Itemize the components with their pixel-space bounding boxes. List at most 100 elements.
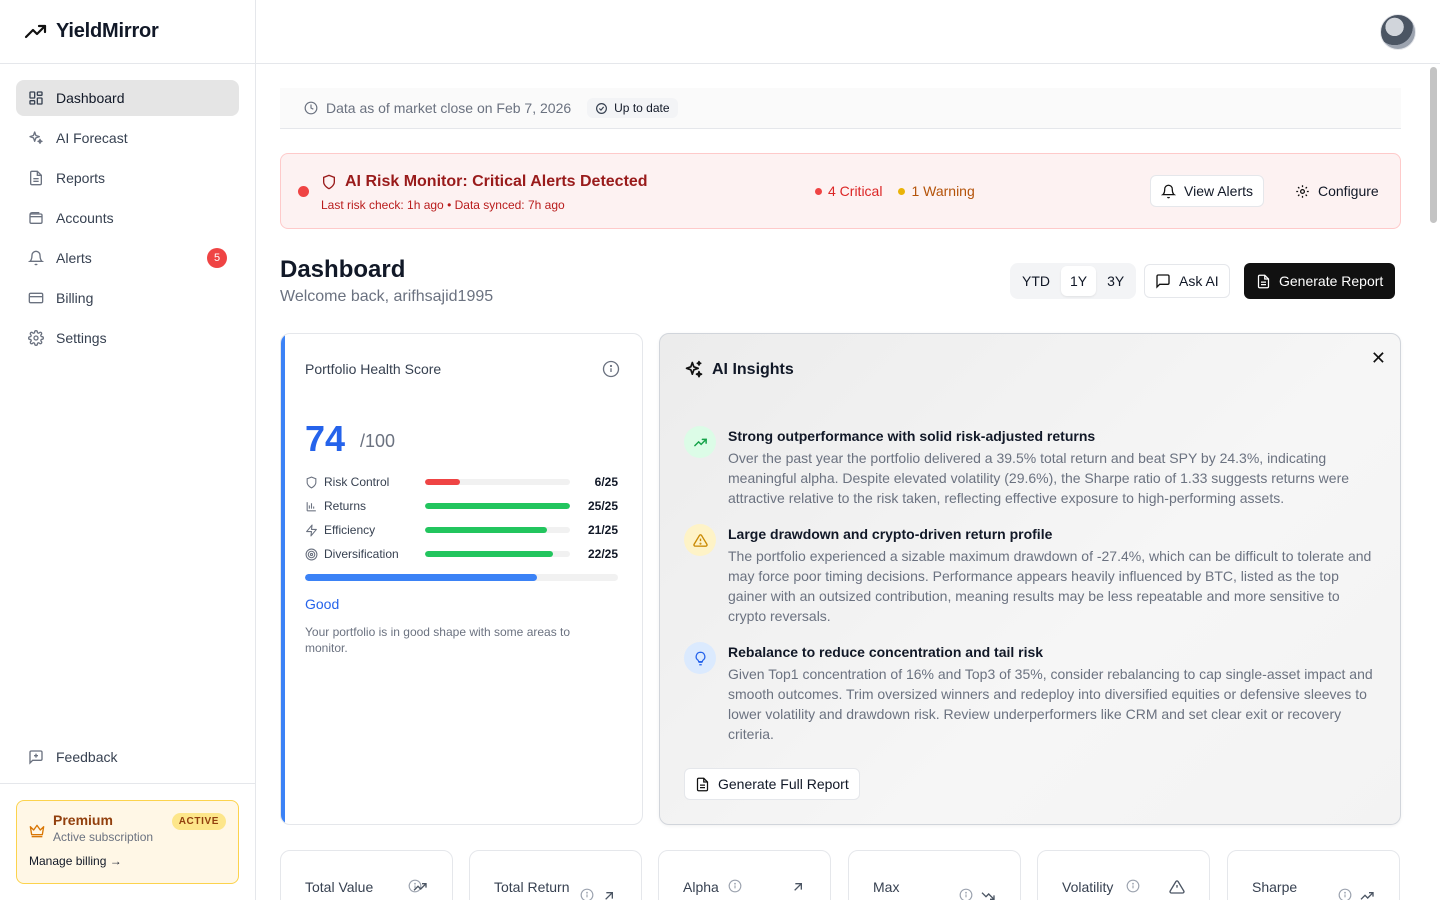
insight-body: Over the past year the portfolio deliver… — [728, 450, 1350, 506]
sidebar-item-label: Accounts — [56, 210, 114, 226]
stat-card-total-return: Total Return — [469, 850, 642, 900]
topbar — [256, 0, 1440, 64]
subscription-status-badge: ACTIVE — [171, 813, 226, 830]
sidebar-item-accounts[interactable]: Accounts — [16, 200, 239, 236]
info-icon[interactable] — [959, 888, 973, 900]
insight-icon — [684, 426, 716, 458]
metric-risk-control: Risk Control 6/25 — [305, 474, 618, 490]
health-description: Your portfolio is in good shape with som… — [305, 625, 571, 655]
wallet-icon — [29, 212, 43, 224]
brand[interactable]: YieldMirror — [0, 0, 255, 64]
metric-bar-fill — [425, 551, 553, 557]
check-circle-icon — [596, 102, 608, 114]
metric-bar-fill — [425, 527, 547, 533]
insight-title: Strong outperformance with solid risk-ad… — [728, 428, 1096, 444]
file-icon — [1257, 274, 1270, 288]
ask-ai-label: Ask AI — [1179, 273, 1219, 289]
configure-button[interactable]: Configure — [1285, 175, 1389, 207]
sidebar-item-alerts[interactable]: Alerts 5 — [16, 240, 239, 276]
info-icon[interactable] — [580, 888, 594, 900]
generate-full-report-button[interactable]: Generate Full Report — [684, 768, 860, 800]
avatar[interactable] — [1380, 14, 1416, 50]
arrow-up-right-icon — [794, 883, 802, 891]
metric-efficiency: Efficiency 21/25 — [305, 522, 618, 538]
manage-billing-link[interactable]: Manage billing → — [29, 854, 226, 868]
feedback-label: Feedback — [56, 749, 118, 765]
info-icon[interactable] — [728, 879, 742, 893]
trending-up-icon — [693, 438, 707, 446]
arrow-up-right-icon — [605, 892, 613, 900]
stat-card-max-drawdown: Max Drawdown — [848, 850, 1021, 900]
metric-bar-fill — [425, 503, 570, 509]
premium-subtitle: Active subscription — [53, 830, 154, 844]
sidebar-item-label: AI Forecast — [56, 130, 128, 146]
view-alerts-label: View Alerts — [1184, 183, 1253, 199]
lightbulb-icon — [695, 651, 705, 665]
info-icon[interactable] — [602, 360, 620, 378]
metric-value: 21/25 — [587, 523, 618, 537]
generate-report-button[interactable]: Generate Report — [1244, 263, 1396, 299]
time-range-selector: YTD 1Y 3Y — [1010, 263, 1137, 299]
metric-value: 6/25 — [594, 475, 618, 489]
metric-bar-fill — [425, 479, 460, 485]
crown-icon — [29, 824, 45, 838]
gear-icon — [1296, 184, 1309, 198]
stat-card-alpha: Alpha — [658, 850, 831, 900]
sidebar-item-label: Settings — [56, 330, 107, 346]
range-1y[interactable]: 1Y — [1061, 266, 1097, 296]
sidebar-item-label: Billing — [56, 290, 94, 306]
sidebar-item-label: Alerts — [56, 250, 92, 266]
metric-diversification: Diversification 22/25 — [305, 546, 618, 562]
range-3y[interactable]: 3Y — [1098, 266, 1133, 296]
shield-icon — [306, 476, 317, 489]
insight-icon — [684, 524, 716, 556]
sidebar-item-ai-forecast[interactable]: AI Forecast — [16, 120, 239, 156]
sidebar-item-reports[interactable]: Reports — [16, 160, 239, 196]
metric-bar — [425, 503, 570, 509]
range-ytd[interactable]: YTD — [1013, 266, 1059, 296]
generate-full-report-label: Generate Full Report — [718, 776, 849, 792]
lightning-icon — [306, 524, 317, 536]
feedback-button[interactable]: Feedback — [16, 739, 239, 775]
health-score: 74 — [305, 418, 346, 459]
stat-card-volatility: Volatility — [1037, 850, 1210, 900]
sidebar-item-billing[interactable]: Billing — [16, 280, 239, 316]
portfolio-health-card: Portfolio Health Score 74 /100 Risk Cont… — [280, 333, 643, 825]
insights-title-text: AI Insights — [712, 361, 794, 378]
critical-dot — [815, 187, 822, 195]
metric-label: Diversification — [324, 547, 399, 561]
file-icon — [30, 170, 42, 186]
warning-count[interactable]: 1 Warning — [898, 183, 975, 199]
trending-up-icon — [413, 883, 427, 891]
alert-title: AI Risk Monitor: Critical Alerts Detecte… — [321, 173, 648, 191]
up-to-date-label: Up to date — [614, 101, 670, 115]
shield-icon — [323, 174, 335, 190]
overall-score-fill — [305, 574, 537, 581]
sidebar-item-settings[interactable]: Settings — [16, 320, 239, 356]
critical-count[interactable]: 4 Critical — [815, 183, 882, 199]
scrollbar[interactable] — [1430, 67, 1437, 223]
clock-icon — [304, 101, 318, 115]
info-icon[interactable] — [1338, 888, 1352, 900]
overall-score-bar — [305, 574, 618, 581]
stat-card-total-value: Total Value — [280, 850, 453, 900]
bar-chart-icon — [306, 501, 316, 511]
view-alerts-button[interactable]: View Alerts — [1150, 175, 1264, 207]
premium-card: Premium Active subscription ACTIVE Manag… — [16, 800, 239, 884]
stat-label: Total Value — [305, 879, 374, 895]
premium-title: Premium — [53, 812, 113, 828]
data-as-of-text: Data as of market close on Feb 7, 2026 — [326, 100, 572, 116]
trending-up-icon — [24, 24, 47, 38]
sidebar-item-label: Reports — [56, 170, 106, 186]
sidebar-item-dashboard[interactable]: Dashboard — [16, 80, 239, 116]
ask-ai-button[interactable]: Ask AI — [1144, 264, 1230, 298]
info-icon[interactable] — [1126, 879, 1140, 893]
insight-item: Large drawdown and crypto-driven return … — [684, 524, 1376, 626]
metric-returns: Returns 25/25 — [305, 498, 618, 514]
close-icon[interactable]: ✕ — [1371, 348, 1386, 369]
metric-label: Returns — [324, 499, 367, 513]
sidebar: YieldMirror Dashboard AI Forecast Report… — [0, 0, 256, 900]
insight-item: Rebalance to reduce concentration and ta… — [684, 642, 1376, 744]
insight-item: Strong outperformance with solid risk-ad… — [684, 426, 1376, 508]
sparkles-icon — [29, 131, 43, 144]
